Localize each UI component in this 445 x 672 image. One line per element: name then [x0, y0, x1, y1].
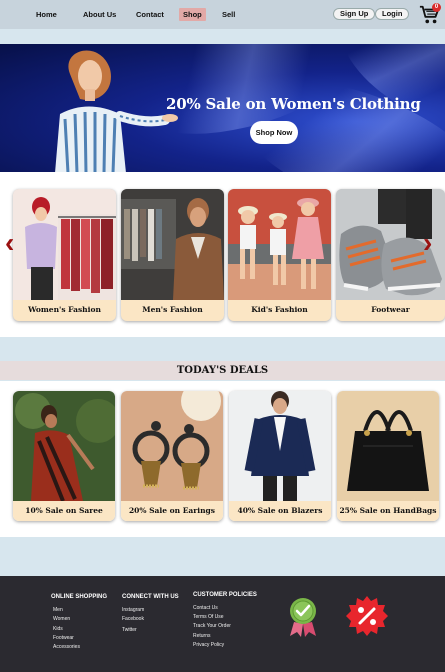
footer-link[interactable]: Contact Us	[193, 605, 218, 611]
footer-link[interactable]: Women	[53, 616, 70, 622]
cart-count-badge: 0	[432, 3, 441, 12]
footer-link[interactable]: Footwear	[53, 635, 74, 641]
nav-about-link[interactable]: About Us	[83, 10, 116, 19]
deal-card-blazers[interactable]: 40% Sale on Blazers	[229, 391, 331, 521]
footer-link[interactable]: Kids	[53, 626, 63, 632]
nav-shop-link[interactable]: Shop	[179, 8, 206, 21]
top-navbar: Home About Us Contact Shop Sell Sign Up …	[0, 0, 445, 29]
hero-title: 20% Sale on Women's Clothing	[166, 95, 421, 113]
category-label: Kid's Fashion	[228, 300, 331, 321]
quality-badge-icon	[290, 598, 316, 637]
nav-home-link[interactable]: Home	[36, 10, 57, 19]
footer-connect-heading: CONNECT WITH US	[122, 594, 179, 600]
footer-link[interactable]: Twitter	[122, 627, 137, 633]
deal-card-earrings[interactable]: 20% Sale on Earings	[121, 391, 223, 521]
footer-link[interactable]: Privacy Policy	[193, 642, 224, 648]
category-card-women[interactable]: Women's Fashion	[13, 189, 116, 321]
footer-link[interactable]: Accessories	[53, 644, 80, 650]
hero-banner: 20% Sale on Women's Clothing	[0, 44, 445, 173]
deal-label: 10% Sale on Saree	[13, 501, 115, 521]
deal-label: 40% Sale on Blazers	[229, 501, 331, 521]
category-card-kids[interactable]: Kid's Fashion	[228, 189, 331, 321]
signup-button[interactable]: Sign Up	[333, 8, 376, 20]
kids-fashion-image	[228, 189, 331, 300]
chevron-right-icon[interactable]: ›	[423, 228, 441, 258]
category-label: Men's Fashion	[121, 300, 224, 321]
nav-sell-link[interactable]: Sell	[222, 10, 235, 19]
footer-policies-heading: CUSTOMER POLICIES	[193, 592, 257, 598]
category-label: Women's Fashion	[13, 300, 116, 321]
deal-label: 25% Sale on HandBags	[337, 501, 439, 521]
saree-image	[13, 391, 115, 501]
footer-link[interactable]: Returns	[193, 633, 211, 639]
discount-badge-icon	[346, 596, 388, 636]
footer-link[interactable]: Terms Of Use	[193, 614, 224, 620]
todays-deals-title: TODAY'S DEALS	[0, 361, 445, 380]
hero-model-image	[55, 50, 178, 173]
deal-card-saree[interactable]: 10% Sale on Saree	[13, 391, 115, 521]
category-card-men[interactable]: Men's Fashion	[121, 189, 224, 321]
login-button[interactable]: Login	[375, 8, 410, 20]
footer-link[interactable]: Facebook	[122, 616, 144, 622]
footer-online-shopping-heading: ONLINE SHOPPING	[51, 594, 108, 600]
footer-link[interactable]: Track Your Order	[193, 623, 231, 629]
footer-link[interactable]: Instagram	[122, 607, 144, 613]
footer-link[interactable]: Men	[53, 607, 63, 613]
deal-label: 20% Sale on Earings	[121, 501, 223, 521]
nav-contact-link[interactable]: Contact	[136, 10, 164, 19]
category-label: Footwear	[336, 300, 445, 321]
men-fashion-image	[121, 189, 224, 300]
handbag-image	[337, 391, 439, 501]
earrings-image	[121, 391, 223, 501]
women-fashion-image	[13, 189, 116, 300]
shop-now-button[interactable]: Shop Now	[250, 121, 298, 144]
chevron-left-icon[interactable]: ‹	[5, 228, 23, 258]
blazer-image	[229, 391, 331, 501]
deal-card-handbags[interactable]: 25% Sale on HandBags	[337, 391, 439, 521]
site-footer: ONLINE SHOPPING Men Women Kids Footwear …	[0, 576, 445, 672]
